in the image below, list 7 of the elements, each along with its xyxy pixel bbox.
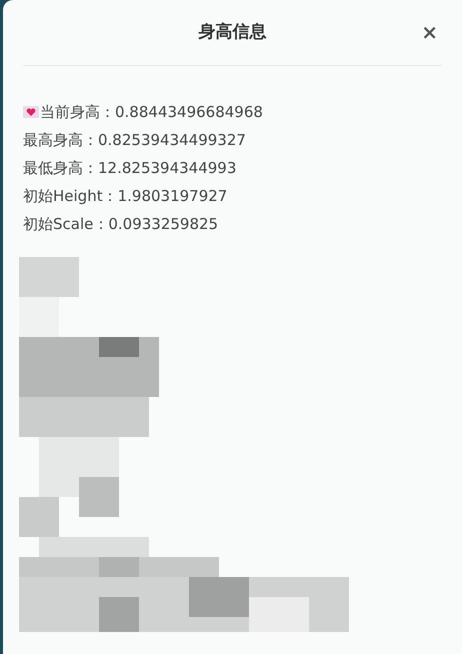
info-line: 最低身高：12.825394344993 — [23, 158, 236, 179]
info-line: 初始Height：1.9803197927 — [23, 186, 228, 207]
info-line: 最高身高：0.82539434499327 — [23, 130, 246, 151]
close-button[interactable]: × — [417, 22, 442, 42]
info-line: 当前身高：0.88443496684968 — [40, 102, 263, 123]
dialog-title: 身高信息 — [198, 20, 266, 44]
info-line: 初始Scale：0.0933259825 — [23, 214, 218, 235]
